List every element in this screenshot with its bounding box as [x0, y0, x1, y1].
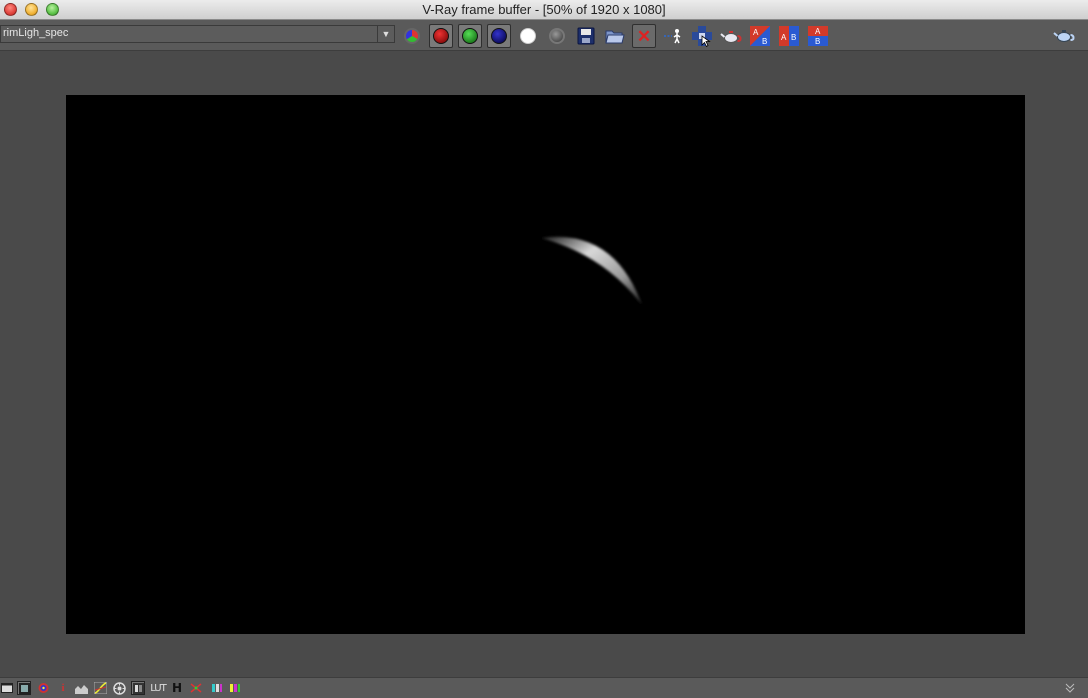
track-mouse-icon: [664, 29, 681, 44]
lut-button[interactable]: LUT: [149, 681, 167, 695]
render-last-button[interactable]: [719, 24, 743, 48]
render-settings-button[interactable]: [1052, 24, 1076, 48]
alpha-channel-icon: [520, 28, 536, 44]
film-strip-button[interactable]: [17, 681, 31, 695]
color-corrections-button[interactable]: [36, 681, 50, 695]
yellow-magenta-button[interactable]: [228, 681, 242, 695]
ab-horizontal-icon: AB: [779, 26, 799, 46]
alpha-channel-button[interactable]: [516, 24, 540, 48]
expand-panel-button[interactable]: [1064, 681, 1076, 695]
svg-text:A: A: [781, 33, 787, 42]
chevron-down-icon[interactable]: ▼: [377, 26, 394, 42]
ab-compare-diagonal-button[interactable]: AB: [748, 24, 772, 48]
ab-vertical-icon: AB: [808, 26, 828, 46]
history-button[interactable]: H: [170, 681, 184, 695]
open-icon: [605, 30, 625, 44]
ab-diagonal-icon: AB: [750, 26, 770, 46]
ab-compare-vertical-button[interactable]: AB: [806, 24, 830, 48]
green-channel-button[interactable]: [458, 24, 482, 48]
svg-text:B: B: [815, 37, 820, 46]
svg-text:A: A: [753, 28, 759, 37]
curves-button[interactable]: [93, 681, 107, 695]
render-channel-dropdown[interactable]: rimLigh_spec ▼: [0, 25, 395, 43]
curves-icon: [93, 682, 107, 694]
exposure-icon: [112, 681, 126, 695]
color-bars-icon: [230, 684, 240, 692]
channel-value: rimLigh_spec: [3, 27, 69, 39]
title-bar: V-Ray frame buffer - [50% of 1920 x 1080…: [0, 0, 1088, 20]
svg-text:B: B: [762, 37, 767, 46]
srgb-icon: [132, 682, 144, 694]
status-bar: i LUT H: [0, 677, 1088, 698]
stereo-button[interactable]: [189, 681, 203, 695]
levels-button[interactable]: [74, 681, 88, 695]
blue-channel-button[interactable]: [487, 24, 511, 48]
exposure-button[interactable]: [112, 681, 126, 695]
save-image-button[interactable]: [574, 24, 598, 48]
save-icon: [577, 27, 595, 45]
svg-text:B: B: [791, 33, 796, 42]
color-corrections-icon: [38, 683, 48, 693]
render-viewport[interactable]: [66, 95, 1025, 634]
teapot-icon: [1053, 30, 1075, 42]
red-channel-icon: [433, 28, 449, 44]
mono-button[interactable]: [545, 24, 569, 48]
cyan-magenta-button[interactable]: [210, 681, 224, 695]
ab-compare-horizontal-button[interactable]: AB: [777, 24, 801, 48]
crescent-highlight: [541, 236, 642, 305]
toolbar: rimLigh_spec ▼ ✕ AB AB AB: [0, 20, 1088, 51]
levels-icon: [74, 684, 88, 694]
rendered-image: [541, 236, 642, 305]
region-render-button[interactable]: [690, 24, 714, 48]
region-render-icon: [692, 26, 712, 47]
clear-image-button[interactable]: ✕: [632, 24, 656, 48]
track-mouse-button[interactable]: [661, 24, 685, 48]
window-title: V-Ray frame buffer - [50% of 1920 x 1080…: [422, 2, 666, 17]
srgb-button[interactable]: [131, 681, 145, 695]
stereo-icon: [190, 683, 202, 693]
rgb-channels-button[interactable]: [400, 24, 424, 48]
color-bars-icon: [212, 684, 222, 692]
double-chevron-down-icon: [1065, 683, 1075, 693]
svg-text:A: A: [815, 27, 821, 36]
red-channel-button[interactable]: [429, 24, 453, 48]
blue-channel-icon: [491, 28, 507, 44]
load-image-button[interactable]: [603, 24, 627, 48]
green-channel-icon: [462, 28, 478, 44]
pixel-info-button[interactable]: i: [56, 681, 70, 695]
film-strip-icon: [18, 682, 30, 694]
window-icon: [1, 683, 13, 693]
mono-icon: [549, 28, 565, 44]
rgb-channels-icon: [404, 28, 420, 44]
toggle-panel-button[interactable]: [0, 681, 14, 695]
render-teapot-icon: [720, 31, 742, 43]
clear-icon: ✕: [636, 26, 652, 46]
